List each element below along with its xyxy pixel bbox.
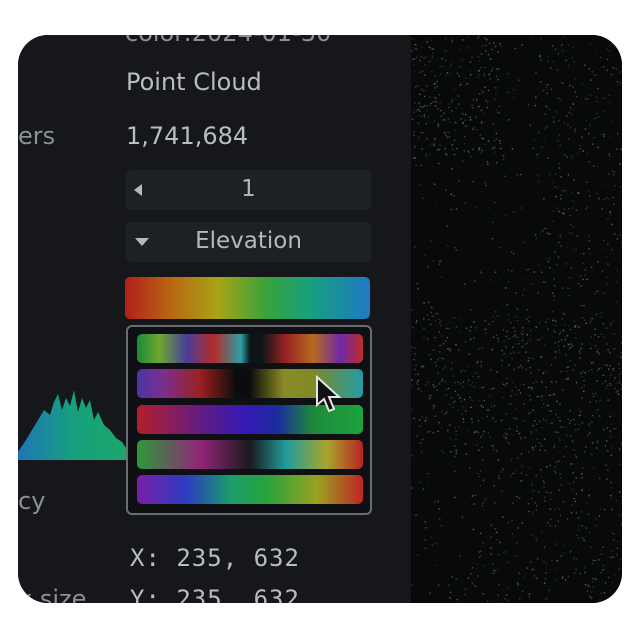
color-mode-value: Elevation bbox=[195, 228, 302, 254]
color-mode-dropdown[interactable]: Elevation bbox=[126, 222, 371, 262]
size-label-cut: x size bbox=[18, 585, 87, 603]
colormap-option[interactable] bbox=[137, 440, 363, 469]
stepper-value: 1 bbox=[241, 176, 256, 202]
layer-properties-panel: color:2024-01-30 Point Cloud ers 1,741,6… bbox=[18, 35, 411, 603]
cut-off-layer-name: color:2024-01-30 bbox=[125, 35, 331, 47]
points-label-cut: ers bbox=[18, 122, 56, 150]
opacity-label-cut: cy bbox=[18, 487, 46, 515]
point-count-value: 1,741,684 bbox=[126, 122, 249, 150]
layer-type-value: Point Cloud bbox=[126, 68, 262, 96]
coordinate-x-readout: X: 235, 632 bbox=[130, 544, 300, 572]
mouse-pointer-icon bbox=[316, 375, 342, 413]
point-size-stepper[interactable]: 1 bbox=[126, 170, 371, 210]
elevation-histogram bbox=[18, 390, 126, 460]
colormap-option[interactable] bbox=[137, 334, 363, 363]
current-colormap-button[interactable] bbox=[125, 277, 370, 319]
colormap-picker-popup bbox=[126, 325, 372, 515]
point-cloud-render bbox=[411, 35, 622, 603]
coordinate-y-readout: Y: 235, 632 bbox=[130, 585, 300, 603]
colormap-option[interactable] bbox=[137, 475, 363, 504]
app-window: color:2024-01-30 Point Cloud ers 1,741,6… bbox=[18, 35, 622, 603]
point-cloud-viewport[interactable] bbox=[411, 35, 622, 603]
